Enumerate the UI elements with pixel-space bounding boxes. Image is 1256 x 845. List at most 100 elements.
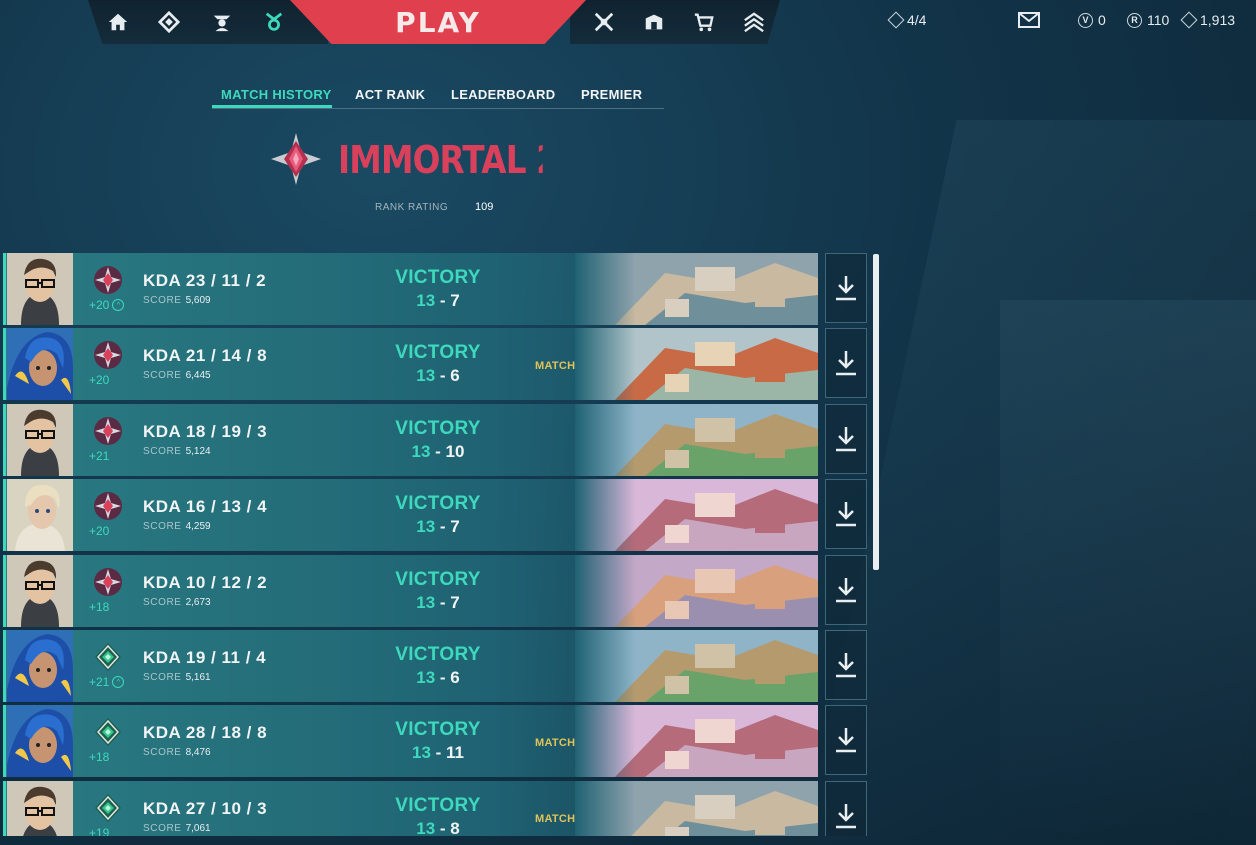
rr-gain-value: +20 <box>89 524 110 539</box>
round-score: 13 - 7 <box>416 291 460 310</box>
agent-portrait <box>7 328 73 401</box>
rr-gain: +20 ^ <box>89 298 134 312</box>
top-navigation-bar: PLAY 4/4 V 0 R 110 1,913 <box>0 0 1256 44</box>
agent-portrait <box>7 630 73 702</box>
match-row[interactable]: +20 ^ KDA 23 / 11 / 2 SCORE 5,609 VICTORY… <box>3 253 873 325</box>
match-summary[interactable]: +21 KDA 18 / 19 / 3 SCORE 5,124 VICTORY 1… <box>3 403 818 476</box>
download-replay-button[interactable] <box>825 479 867 550</box>
rr-gain: +21 ^ <box>89 675 134 689</box>
download-replay-button[interactable] <box>825 705 867 776</box>
map-thumbnail <box>575 328 818 401</box>
round-score: 13 - 10 <box>411 441 465 461</box>
tab-act-rank[interactable]: ACT RANK <box>355 87 425 102</box>
scrollbar[interactable] <box>873 254 879 570</box>
combat-score: SCORE 8,476 <box>143 747 211 758</box>
radianite-points[interactable]: R 110 <box>1127 12 1169 28</box>
match-result: VICTORY <box>395 719 481 741</box>
rounds-won: 13 <box>416 517 436 537</box>
download-icon <box>836 653 856 678</box>
rounds-won: 13 <box>416 366 436 386</box>
round-score: 13 - 7 <box>416 517 460 537</box>
ascendant-rank-icon <box>95 718 121 747</box>
match-row[interactable]: +18 KDA 10 / 12 / 2 SCORE 2,673 VICTORY 1… <box>3 554 873 627</box>
download-replay-button[interactable] <box>825 328 867 399</box>
kda-value: KDA 28 / 18 / 8 <box>143 723 268 743</box>
combat-score: SCORE 7,061 <box>143 823 211 834</box>
tab-match-history[interactable]: MATCH HISTORY <box>221 87 332 102</box>
kingdom-credits[interactable]: 1,913 <box>1180 11 1235 29</box>
home-icon[interactable] <box>104 8 132 36</box>
score-label: SCORE <box>143 822 182 834</box>
rounds-won: 13 <box>416 592 436 612</box>
round-score: 13 - 6 <box>416 366 460 386</box>
agent-portrait <box>7 554 73 627</box>
match-summary[interactable]: +18 KDA 28 / 18 / 8 SCORE 8,476 VICTORY 1… <box>3 705 818 778</box>
agents-icon[interactable] <box>208 8 236 36</box>
map-thumbnail <box>575 554 818 627</box>
agent-portrait <box>7 253 73 325</box>
ascendant-rank-icon <box>95 643 121 671</box>
agent-portrait <box>7 403 73 476</box>
missions-counter[interactable]: 4/4 <box>887 11 927 29</box>
rounds-lost: 8 <box>450 818 460 836</box>
valorant-points-icon: V <box>1078 12 1093 28</box>
score-value: 6,445 <box>185 370 211 382</box>
round-score: 13 - 6 <box>416 668 460 687</box>
mail-icon[interactable] <box>1018 12 1040 28</box>
download-replay-button[interactable] <box>825 403 867 474</box>
match-row[interactable]: +21 KDA 18 / 19 / 3 SCORE 5,124 VICTORY 1… <box>3 403 873 476</box>
match-summary[interactable]: +18 KDA 10 / 12 / 2 SCORE 2,673 VICTORY 1… <box>3 554 818 627</box>
rounds-lost: 7 <box>450 592 460 612</box>
tab-premier[interactable]: PREMIER <box>581 87 642 102</box>
match-result: VICTORY <box>395 794 481 816</box>
rr-gain-value: +20 <box>89 298 110 312</box>
rounds-won: 13 <box>416 291 436 310</box>
match-row[interactable]: +19 KDA 27 / 10 / 3 SCORE 7,061 VICTORY 1… <box>3 780 873 836</box>
download-replay-button[interactable] <box>825 253 867 323</box>
tab-leaderboard[interactable]: LEADERBOARD <box>451 87 555 102</box>
rounds-lost: 6 <box>450 668 460 687</box>
rr-gain: +18 <box>89 750 134 764</box>
download-replay-button[interactable] <box>825 630 867 700</box>
match-summary[interactable]: +21 ^ KDA 19 / 11 / 4 SCORE 5,161 VICTORY… <box>3 630 818 702</box>
download-icon <box>836 426 856 452</box>
missions-count: 4/4 <box>907 12 927 28</box>
match-summary[interactable]: +20 KDA 16 / 13 / 4 SCORE 4,259 VICTORY 1… <box>3 479 818 552</box>
battlepass-icon[interactable] <box>590 8 618 36</box>
cart-icon[interactable] <box>690 8 718 36</box>
rounds-won: 13 <box>416 818 436 836</box>
rounds-lost: 7 <box>450 517 460 537</box>
match-summary[interactable]: +20 KDA 21 / 14 / 8 SCORE 6,445 VICTORY 1… <box>3 328 818 401</box>
rr-gain-value: +21 <box>89 675 110 689</box>
store-icon[interactable] <box>640 8 668 36</box>
kda-value: KDA 18 / 19 / 3 <box>143 421 268 441</box>
download-icon <box>836 803 856 829</box>
collection-icon[interactable] <box>260 8 288 36</box>
score-label: SCORE <box>143 445 182 457</box>
rr-gain-value: +20 <box>89 373 110 388</box>
play-button[interactable]: PLAY <box>290 0 586 44</box>
career-icon[interactable] <box>155 8 183 36</box>
match-row[interactable]: +20 KDA 16 / 13 / 4 SCORE 4,259 VICTORY 1… <box>3 479 873 552</box>
match-summary[interactable]: +19 KDA 27 / 10 / 3 SCORE 7,061 VICTORY 1… <box>3 780 818 836</box>
score-label: SCORE <box>143 747 182 759</box>
valorant-points[interactable]: V 0 <box>1078 12 1106 28</box>
score-value: 2,673 <box>185 596 211 608</box>
match-row[interactable]: +20 KDA 21 / 14 / 8 SCORE 6,445 VICTORY 1… <box>3 328 873 401</box>
rr-shield-icon: ^ <box>112 299 125 311</box>
map-thumbnail <box>575 479 818 552</box>
download-replay-button[interactable] <box>825 780 867 836</box>
score-label: SCORE <box>143 672 182 683</box>
immortal-rank-icon <box>94 266 122 294</box>
match-result: VICTORY <box>395 493 481 515</box>
match-summary[interactable]: +20 ^ KDA 23 / 11 / 2 SCORE 5,609 VICTORY… <box>3 253 818 325</box>
radianite-icon: R <box>1127 12 1142 28</box>
rr-gain-value: +21 <box>89 448 110 463</box>
combat-score: SCORE 5,124 <box>143 446 211 457</box>
download-replay-button[interactable] <box>825 554 867 625</box>
match-row[interactable]: +21 ^ KDA 19 / 11 / 4 SCORE 5,161 VICTORY… <box>3 630 873 702</box>
kda-value: KDA 27 / 10 / 3 <box>143 798 268 818</box>
immortal-rank-icon <box>271 133 321 185</box>
rank-chevrons-icon[interactable] <box>740 8 768 36</box>
match-row[interactable]: +18 KDA 28 / 18 / 8 SCORE 8,476 VICTORY 1… <box>3 705 873 778</box>
